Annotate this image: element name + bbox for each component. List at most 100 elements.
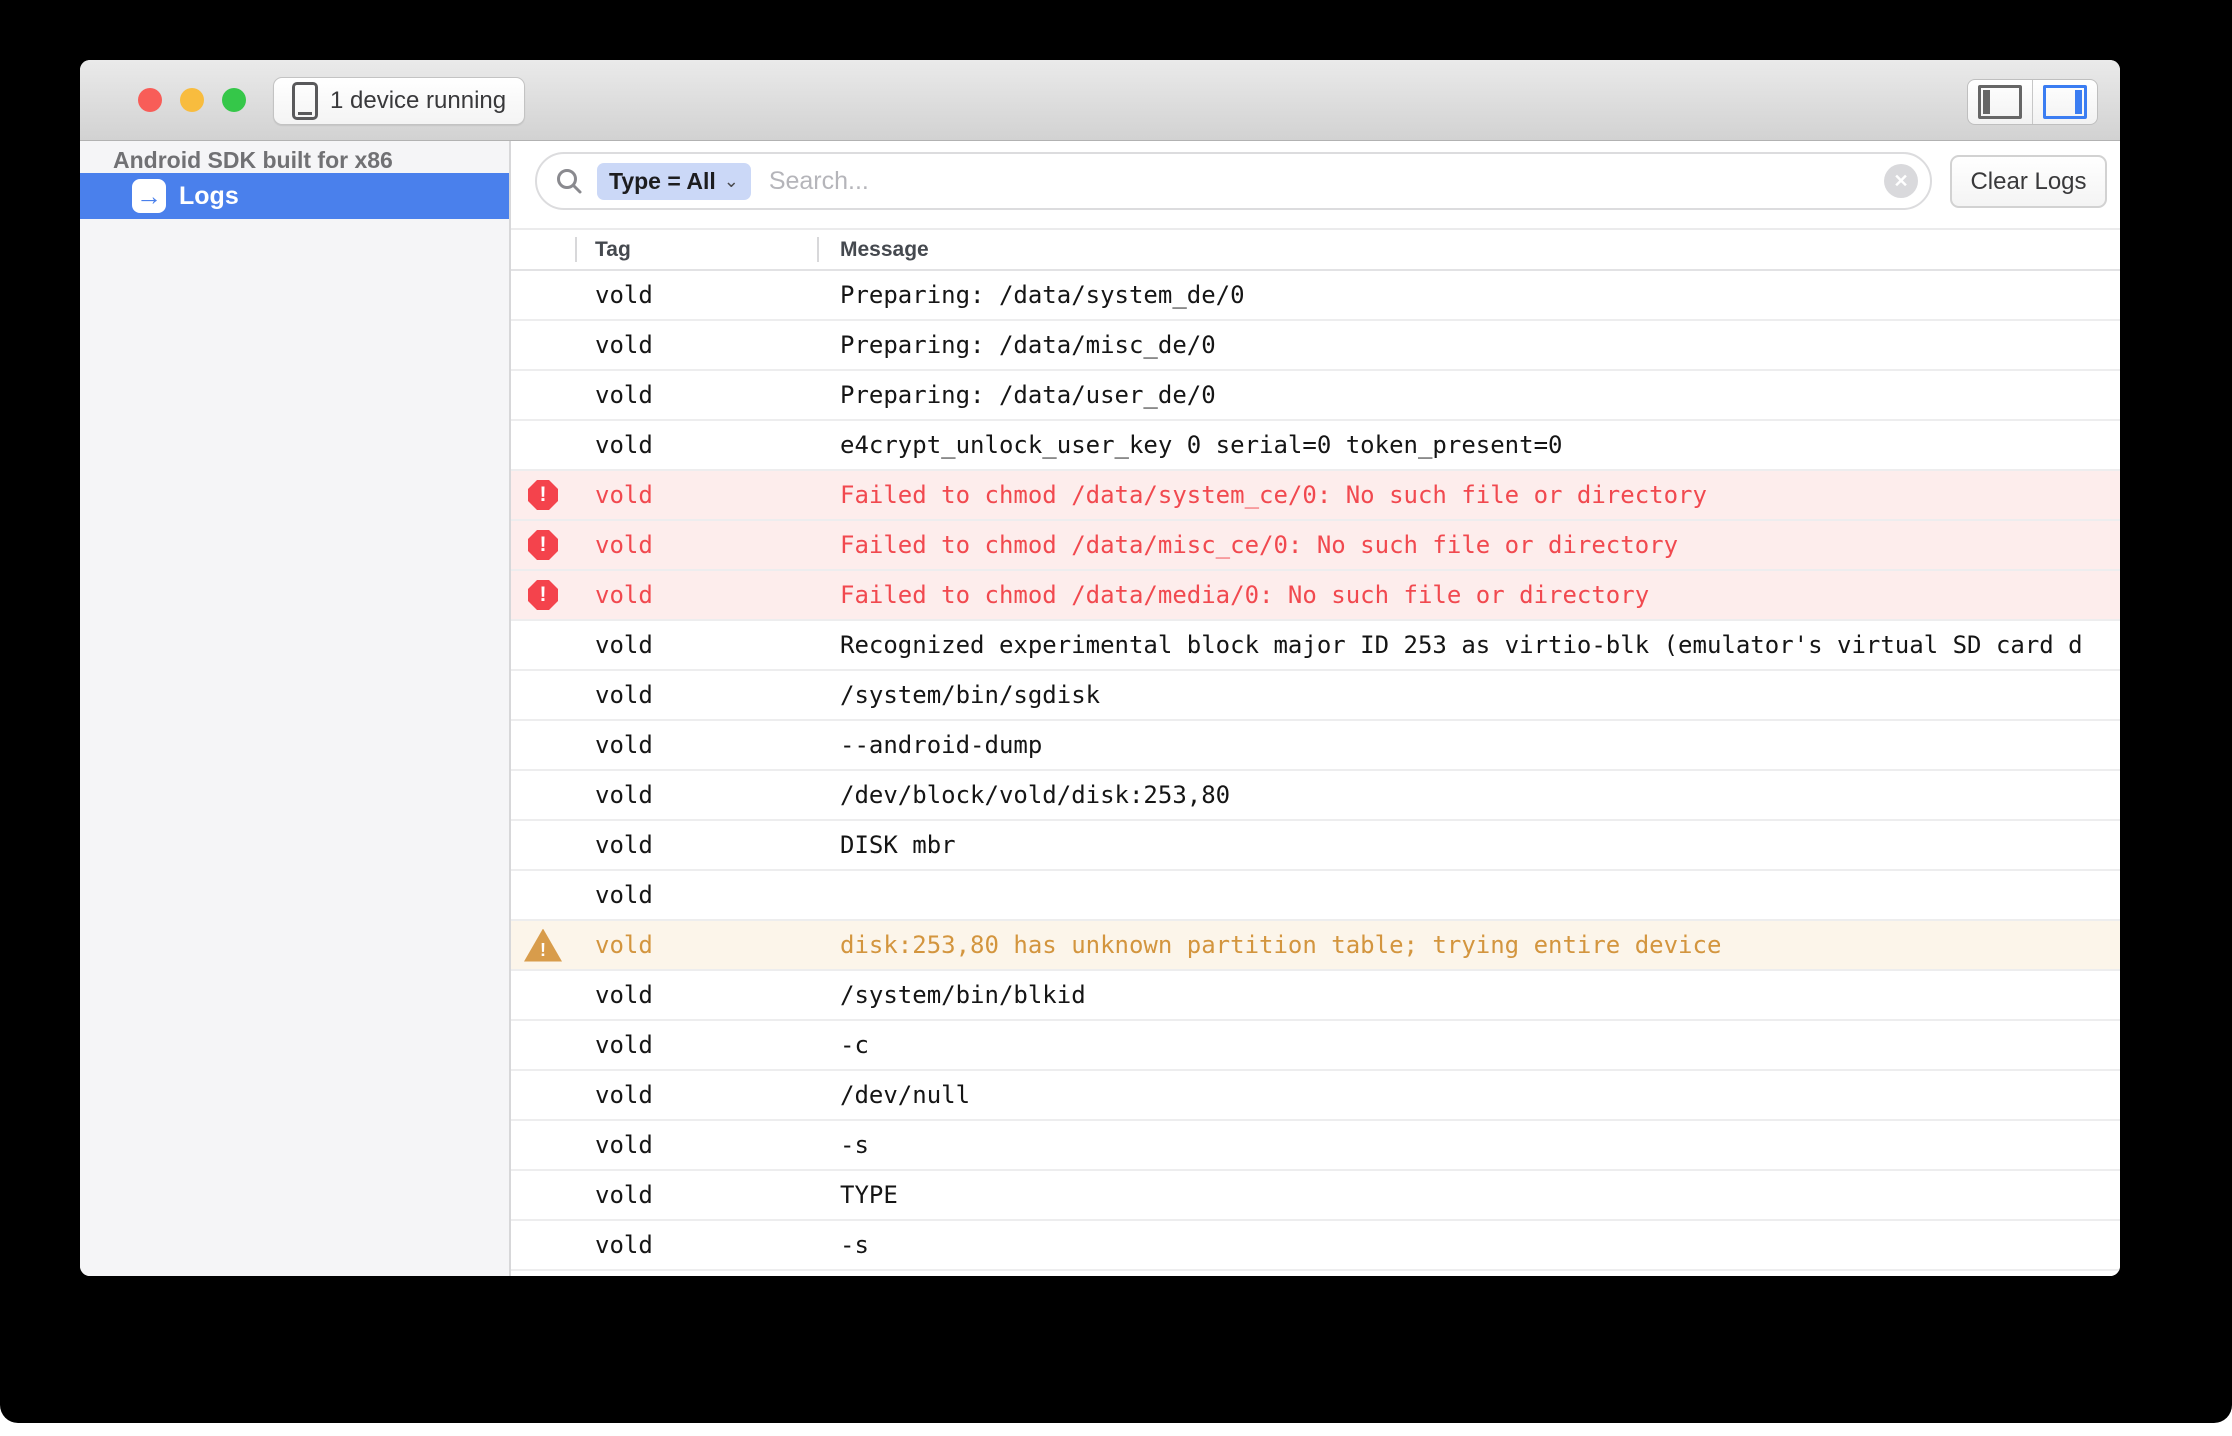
log-row[interactable]: ! ! vold /system/bin/sgdisk (511, 671, 2120, 721)
panel-toggle-group (1967, 79, 2098, 125)
log-tag: vold (575, 481, 817, 509)
device-running-label: 1 device running (330, 87, 506, 115)
log-viewer-window: 1 device running Android SDK built for x… (80, 60, 2120, 1276)
log-message: DISK mbr (817, 831, 2120, 859)
log-row[interactable]: ! ! vold Failed to chmod /data/system_ce… (511, 471, 2120, 521)
error-icon: ! (528, 530, 558, 560)
error-icon: ! (528, 580, 558, 610)
log-row[interactable]: ! ! vold Preparing: /data/user_de/0 (511, 371, 2120, 421)
log-tag: vold (575, 1231, 817, 1259)
log-row[interactable]: ! ! vold TYPE (511, 1171, 2120, 1221)
log-tag: vold (575, 1131, 817, 1159)
phone-icon (292, 82, 318, 120)
log-row[interactable]: ! ! vold -c (511, 1021, 2120, 1071)
type-filter-label: Type = All (609, 168, 716, 195)
sidebar: Android SDK built for x86 → Logs (80, 141, 511, 1276)
table-header: Tag Message (511, 228, 2120, 271)
log-tag: vold (575, 531, 817, 559)
log-row[interactable]: ! ! vold DISK mbr (511, 821, 2120, 871)
search-field[interactable]: Type = All ⌄ ✕ (535, 152, 1932, 210)
log-row[interactable]: ! ! vold e4crypt_unlock_user_key 0 seria… (511, 421, 2120, 471)
log-message: Failed to chmod /data/misc_ce/0: No such… (817, 531, 2120, 559)
search-icon (555, 167, 583, 195)
log-row[interactable]: ! ! vold Recognized experimental block m… (511, 621, 2120, 671)
type-filter-token[interactable]: Type = All ⌄ (597, 163, 751, 200)
sidebar-item-label: Logs (179, 182, 239, 211)
log-tag: vold (575, 431, 817, 459)
column-icon-header (511, 230, 575, 269)
device-running-button[interactable]: 1 device running (273, 77, 525, 125)
log-tag: vold (575, 1081, 817, 1109)
log-tag: vold (575, 881, 817, 909)
log-message: Recognized experimental block major ID 2… (817, 631, 2120, 659)
log-tag: vold (575, 931, 817, 959)
log-rows: ! ! vold Preparing: /data/system_de/0 ! … (511, 271, 2120, 1276)
log-message: Preparing: /data/system_de/0 (817, 281, 2120, 309)
log-message: Preparing: /data/user_de/0 (817, 381, 2120, 409)
log-message: disk:253,80 has unknown partition table;… (817, 931, 2120, 959)
clear-search-icon[interactable]: ✕ (1884, 164, 1918, 198)
log-level-cell: ! ! (511, 530, 575, 560)
right-panel-icon (2043, 85, 2087, 119)
minimize-window-button[interactable] (180, 88, 204, 112)
log-tag: vold (575, 331, 817, 359)
log-message: /dev/block/vold/disk:253,80 (817, 781, 2120, 809)
log-message: /system/bin/blkid (817, 981, 2120, 1009)
log-tag: vold (575, 381, 817, 409)
log-level-cell: ! ! (511, 929, 575, 962)
log-tag: vold (575, 581, 817, 609)
log-row[interactable]: ! ! vold (511, 871, 2120, 921)
warning-icon: ! (524, 929, 562, 962)
log-tag: vold (575, 281, 817, 309)
log-message: TYPE (817, 1181, 2120, 1209)
sidebar-item-logs[interactable]: → Logs (80, 173, 509, 219)
desktop: 1 device running Android SDK built for x… (0, 0, 2232, 1436)
log-tag: vold (575, 731, 817, 759)
error-icon: ! (528, 480, 558, 510)
log-tag: vold (575, 781, 817, 809)
log-row[interactable]: ! ! vold -s (511, 1221, 2120, 1271)
log-message: -c (817, 1031, 2120, 1059)
log-row[interactable]: ! ! vold --android-dump (511, 721, 2120, 771)
log-message: e4crypt_unlock_user_key 0 serial=0 token… (817, 431, 2120, 459)
close-window-button[interactable] (138, 88, 162, 112)
device-name-header: Android SDK built for x86 (80, 141, 509, 174)
log-tag: vold (575, 1181, 817, 1209)
log-message: -s (817, 1131, 2120, 1159)
log-message: --android-dump (817, 731, 2120, 759)
maximize-window-button[interactable] (222, 88, 246, 112)
log-row[interactable]: ! ! vold Failed to chmod /data/media/0: … (511, 571, 2120, 621)
log-level-cell: ! ! (511, 480, 575, 510)
log-tag: vold (575, 831, 817, 859)
log-message: Preparing: /data/misc_de/0 (817, 331, 2120, 359)
log-row[interactable]: ! ! vold -s (511, 1121, 2120, 1171)
log-message: Failed to chmod /data/system_ce/0: No su… (817, 481, 2120, 509)
left-panel-icon (1978, 85, 2022, 119)
chevron-down-icon: ⌄ (724, 172, 739, 190)
log-row[interactable]: ! ! vold Preparing: /data/system_de/0 (511, 271, 2120, 321)
column-header-message[interactable]: Message (817, 230, 2120, 269)
log-message: /system/bin/sgdisk (817, 681, 2120, 709)
log-row[interactable]: ! ! vold Failed to chmod /data/misc_ce/0… (511, 521, 2120, 571)
log-tag: vold (575, 1031, 817, 1059)
log-row[interactable]: ! ! vold disk:253,80 has unknown partiti… (511, 921, 2120, 971)
log-tag: vold (575, 981, 817, 1009)
column-header-tag[interactable]: Tag (575, 230, 817, 269)
log-row[interactable]: ! ! vold Preparing: /data/misc_de/0 (511, 321, 2120, 371)
clear-logs-button[interactable]: Clear Logs (1950, 155, 2107, 208)
log-row[interactable]: ! ! vold /dev/block/vold/disk:253,80 (511, 771, 2120, 821)
log-row[interactable]: ! ! vold /dev/null (511, 1071, 2120, 1121)
log-message: -s (817, 1231, 2120, 1259)
log-level-cell: ! ! (511, 580, 575, 610)
log-tag: vold (575, 681, 817, 709)
log-row[interactable]: ! ! vold /system/bin/blkid (511, 971, 2120, 1021)
logs-arrow-icon: → (132, 179, 166, 213)
titlebar[interactable]: 1 device running (80, 60, 2120, 141)
toggle-right-panel-button[interactable] (2032, 80, 2097, 124)
log-tag: vold (575, 631, 817, 659)
toggle-left-panel-button[interactable] (1968, 80, 2032, 124)
search-input[interactable] (767, 166, 1884, 197)
log-message: /dev/null (817, 1081, 2120, 1109)
log-message: Failed to chmod /data/media/0: No such f… (817, 581, 2120, 609)
main-panel: Type = All ⌄ ✕ Clear Logs Tag Message ! … (511, 141, 2120, 1276)
